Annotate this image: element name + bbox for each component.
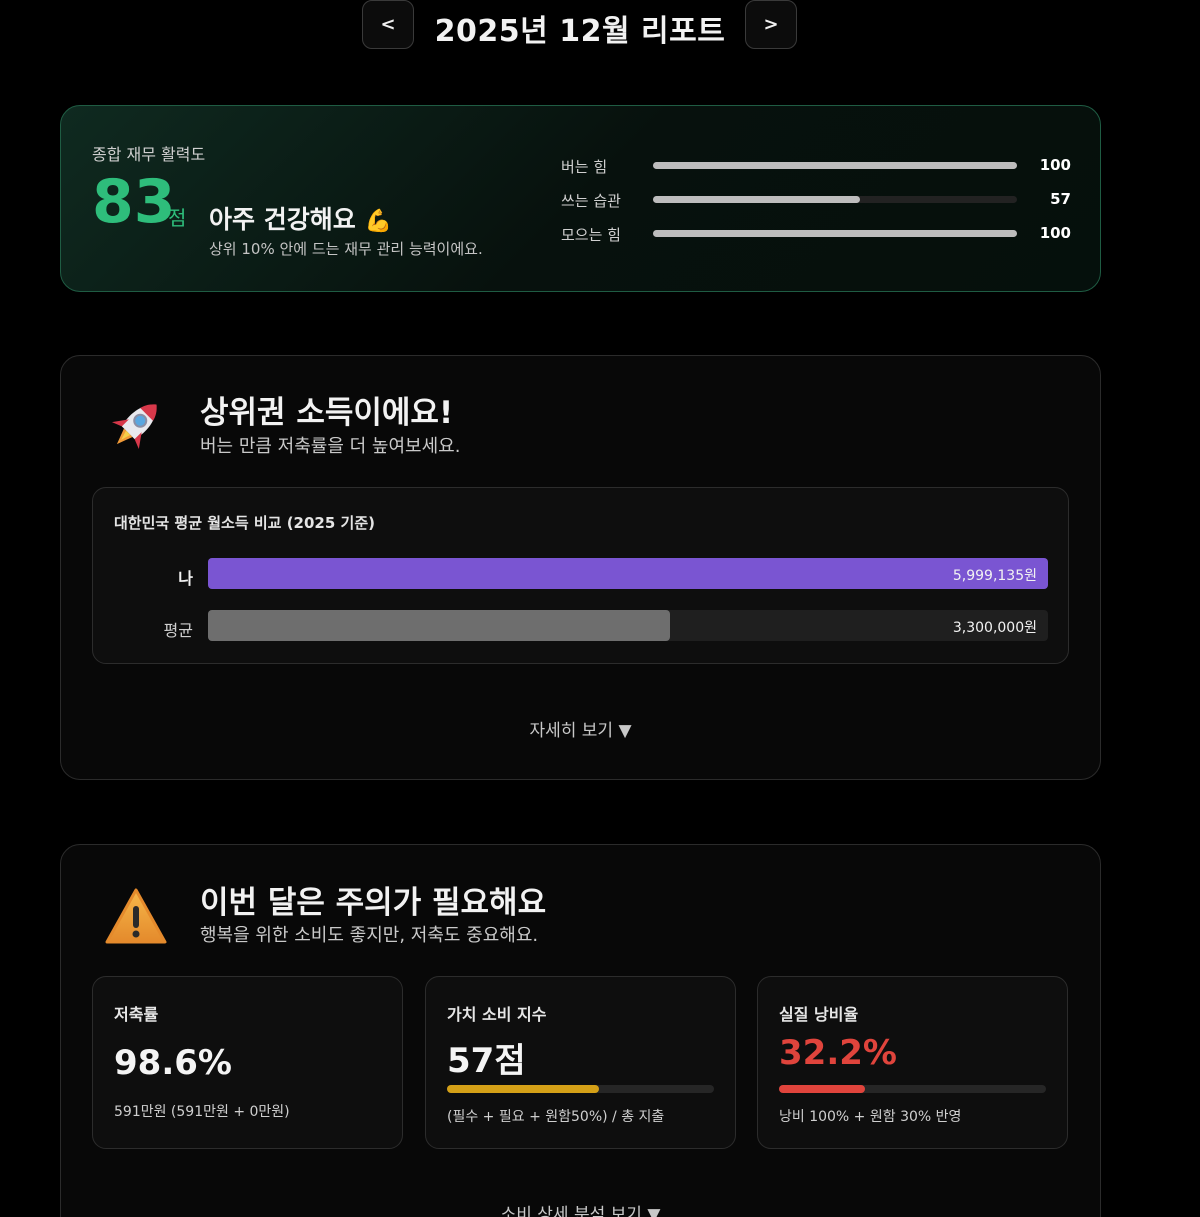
stat-note: 낭비 100% + 원함 30% 반영 <box>779 1109 962 1125</box>
warning-subtitle: 행복을 위한 소비도 좋지만, 저축도 중요해요. <box>200 925 539 946</box>
avg-income-value: 3,300,000원 <box>952 620 1037 636</box>
metric-fill <box>653 162 1017 169</box>
metric-saving: 모으는 힘 100 <box>561 224 1071 244</box>
stat-label: 실질 낭비율 <box>779 1005 859 1024</box>
stat-value: 32.2% <box>779 1033 897 1073</box>
prev-month-label: < <box>380 14 396 35</box>
next-month-button[interactable]: > <box>745 0 797 49</box>
score-status: 아주 건강해요 💪 <box>209 200 392 236</box>
next-month-label: > <box>763 14 779 35</box>
stat-note: 591만원 (591만원 + 0만원) <box>114 1104 290 1120</box>
score-label: 종합 재무 활력도 <box>92 145 206 164</box>
savings-rate-box: 저축률 98.6% 591만원 (591만원 + 0만원) <box>92 976 403 1149</box>
metric-earning: 버는 힘 100 <box>561 156 1071 176</box>
stat-label: 가치 소비 지수 <box>447 1005 547 1024</box>
income-compare-box: 대한민국 평균 월소득 비교 (2025 기준) 나 5,999,135원 평균… <box>92 487 1069 664</box>
score-value: 83 <box>92 167 176 237</box>
metric-track <box>653 230 1017 237</box>
warning-title: 이번 달은 주의가 필요해요 <box>200 885 547 921</box>
metric-label: 쓰는 습관 <box>561 192 621 210</box>
my-income-track: 5,999,135원 <box>208 558 1048 589</box>
avg-income-label: 평균 <box>163 621 193 640</box>
flexed-biceps-icon: 💪 <box>364 209 392 234</box>
report-title: 2025년 12월 리포트 <box>434 14 726 49</box>
compare-title: 대한민국 평균 월소득 비교 (2025 기준) <box>114 514 375 532</box>
warning-icon <box>105 888 167 944</box>
income-details-button[interactable]: 자세히 보기 ▼ <box>61 716 1100 741</box>
income-card: 상위권 소득이에요! 버는 만큼 저축률을 더 높여보세요. 대한민국 평균 월… <box>60 355 1101 780</box>
stat-label: 저축률 <box>114 1005 159 1024</box>
stat-track <box>779 1085 1046 1093</box>
score-unit: 점 <box>168 206 187 230</box>
my-income-bar <box>208 558 1048 589</box>
stat-track <box>447 1085 714 1093</box>
stat-value: 57점 <box>447 1041 526 1081</box>
rocket-icon <box>111 404 157 450</box>
metric-fill <box>653 230 1017 237</box>
value-spending-box: 가치 소비 지수 57점 (필수 + 필요 + 원함50%) / 총 지출 <box>425 976 736 1149</box>
metric-track <box>653 162 1017 169</box>
metric-spending: 쓰는 습관 57 <box>561 190 1071 210</box>
metric-value: 57 <box>1050 190 1071 208</box>
avg-income-track: 3,300,000원 <box>208 610 1048 641</box>
avg-income-bar <box>208 610 670 641</box>
prev-month-button[interactable]: < <box>362 0 414 49</box>
financial-vitality-card: 종합 재무 활력도 83 점 아주 건강해요 💪 상위 10% 안에 드는 재무… <box>60 105 1101 292</box>
stat-fill <box>779 1085 865 1093</box>
income-title: 상위권 소득이에요! <box>200 395 454 431</box>
metric-label: 모으는 힘 <box>561 226 621 244</box>
stat-note: (필수 + 필요 + 원함50%) / 총 지출 <box>447 1109 665 1125</box>
metric-value: 100 <box>1039 156 1071 174</box>
stat-value: 98.6% <box>114 1043 232 1083</box>
metric-label: 버는 힘 <box>561 158 608 176</box>
income-subtitle: 버는 만큼 저축률을 더 높여보세요. <box>200 436 461 457</box>
report-page: < 2025년 12월 리포트 > 종합 재무 활력도 83 점 아주 건강해요… <box>0 0 1200 1217</box>
waste-rate-box: 실질 낭비율 32.2% 낭비 100% + 원함 30% 반영 <box>757 976 1068 1149</box>
spending-details-button[interactable]: 소비 상세 분석 보기 ▼ <box>61 1200 1100 1217</box>
score-status-text: 아주 건강해요 <box>209 205 356 234</box>
metric-track <box>653 196 1017 203</box>
stat-fill <box>447 1085 600 1093</box>
my-income-label: 나 <box>178 569 193 588</box>
metric-fill <box>653 196 861 203</box>
metric-value: 100 <box>1039 224 1071 242</box>
my-income-value: 5,999,135원 <box>952 568 1037 584</box>
spending-warning-card: 이번 달은 주의가 필요해요 행복을 위한 소비도 좋지만, 저축도 중요해요.… <box>60 844 1101 1217</box>
score-subtitle: 상위 10% 안에 드는 재무 관리 능력이에요. <box>209 240 483 258</box>
